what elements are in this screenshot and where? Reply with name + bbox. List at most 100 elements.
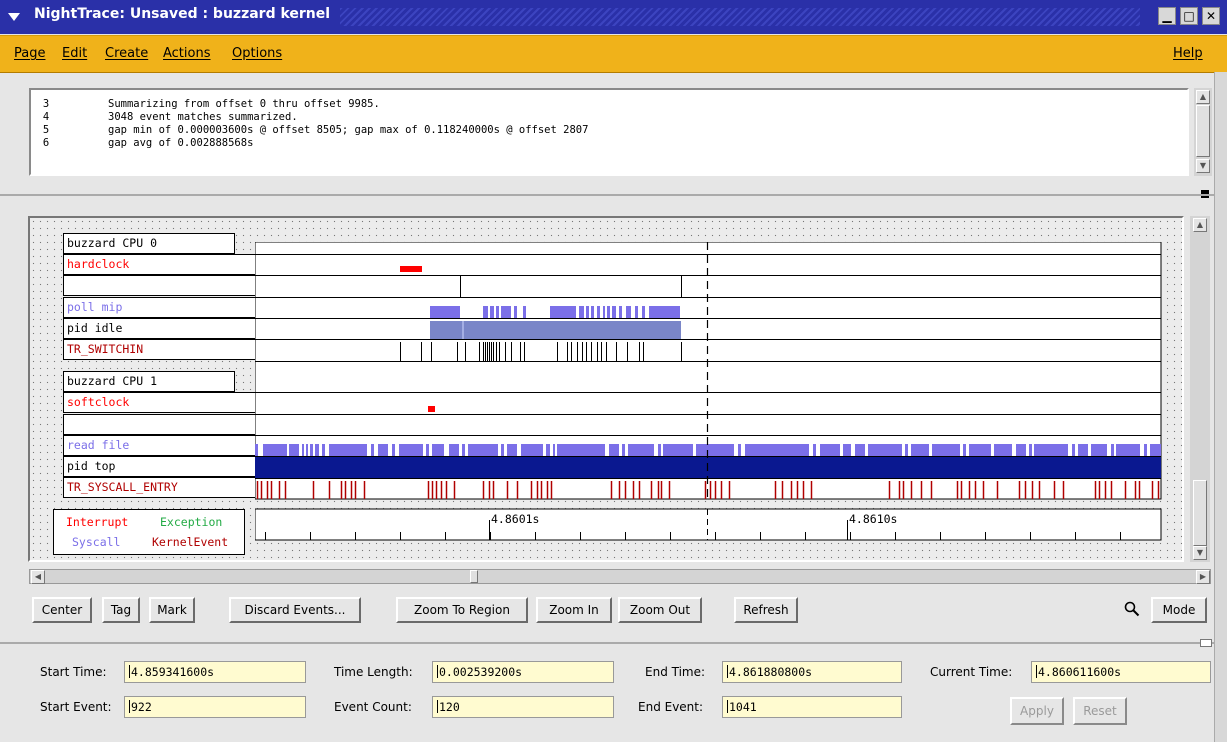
current-time-field[interactable]: 4.860611600s xyxy=(1031,661,1211,683)
poll-mip-segment xyxy=(642,306,645,318)
read-file-segment xyxy=(310,444,313,456)
row-label-empty[interactable] xyxy=(63,275,273,296)
poll-mip-segment xyxy=(430,306,460,318)
refresh-button[interactable]: Refresh xyxy=(734,597,798,623)
right-edge xyxy=(1214,72,1227,742)
start-event-field[interactable]: 922 xyxy=(124,696,306,718)
read-file-segment xyxy=(371,444,374,456)
read-file-segment xyxy=(1029,444,1032,456)
read-file-segment xyxy=(696,444,734,456)
title-hatch xyxy=(340,8,1140,26)
tag-button[interactable]: Tag xyxy=(102,597,140,623)
row-label-hardclock[interactable]: hardclock xyxy=(63,254,273,275)
start-event-label: Start Event: xyxy=(40,700,112,714)
menu-edit[interactable]: Edit xyxy=(62,46,87,61)
scroll-left-icon[interactable]: ◀ xyxy=(31,570,45,584)
poll-mip-segment xyxy=(612,306,616,318)
poll-mip-segment xyxy=(649,306,680,318)
read-file-segment xyxy=(521,444,543,456)
read-file-segment xyxy=(868,444,902,456)
scroll-down-icon[interactable]: ▼ xyxy=(1193,546,1207,560)
pane-divider[interactable] xyxy=(0,642,1214,644)
reset-button[interactable]: Reset xyxy=(1073,697,1127,725)
row-label-tr-syscall-entry[interactable]: TR_SYSCALL_ENTRY xyxy=(63,477,273,498)
event-count-field[interactable]: 120 xyxy=(432,696,614,718)
time-length-field[interactable]: 0.002539200s xyxy=(432,661,614,683)
end-time-field[interactable]: 4.861880800s xyxy=(722,661,902,683)
apply-button[interactable]: Apply xyxy=(1010,697,1064,725)
start-time-label: Start Time: xyxy=(40,665,107,679)
read-file-segment xyxy=(745,444,809,456)
menu-create[interactable]: Create xyxy=(105,46,148,61)
read-file-segment xyxy=(1111,444,1114,456)
minimize-button[interactable]: ▁ xyxy=(1158,7,1176,25)
title-bar: NightTrace: Unsaved : buzzard kernel ▁ □… xyxy=(0,0,1227,34)
zoom-to-region-button[interactable]: Zoom To Region xyxy=(396,597,528,623)
row-label-tr-switchin[interactable]: TR_SWITCHIN xyxy=(63,339,273,360)
scroll-thumb[interactable] xyxy=(1193,480,1207,546)
splitter-handle[interactable] xyxy=(1200,639,1212,647)
row-label-cpu1[interactable]: buzzard CPU 1 xyxy=(63,371,235,392)
softclock-event xyxy=(428,406,435,412)
menu-page[interactable]: Page xyxy=(14,46,45,61)
scroll-up-icon[interactable]: ▲ xyxy=(1193,218,1207,232)
read-file-segment xyxy=(1116,444,1140,456)
row-label-softclock[interactable]: softclock xyxy=(63,392,273,413)
read-file-segment xyxy=(302,444,304,456)
end-event-field[interactable]: 1041 xyxy=(722,696,902,718)
row-label-empty[interactable] xyxy=(63,414,273,435)
read-file-segment xyxy=(813,444,816,456)
read-file-segment xyxy=(1078,444,1088,456)
mode-button[interactable]: Mode xyxy=(1151,597,1207,623)
menu-help[interactable]: Help xyxy=(1173,46,1203,61)
scroll-thumb[interactable] xyxy=(470,570,478,583)
row-label-pid-top[interactable]: pid top xyxy=(63,456,273,477)
message-scrollbar[interactable]: ▲ ▼ xyxy=(1194,88,1212,176)
window-menu-icon[interactable] xyxy=(6,9,22,25)
read-file-segment xyxy=(315,444,319,456)
read-file-segment xyxy=(609,444,619,456)
scroll-right-icon[interactable]: ▶ xyxy=(1196,570,1210,584)
row-label-pid-idle[interactable]: pid idle xyxy=(63,318,273,339)
row-label-cpu0[interactable]: buzzard CPU 0 xyxy=(63,233,235,254)
read-file-segment xyxy=(628,444,654,456)
window-title: NightTrace: Unsaved : buzzard kernel xyxy=(34,6,331,22)
menu-options[interactable]: Options xyxy=(232,46,282,61)
read-file-segment xyxy=(329,444,367,456)
row-label-read-file[interactable]: read file xyxy=(63,435,273,456)
center-button[interactable]: Center xyxy=(32,597,92,623)
read-file-segment xyxy=(855,444,865,456)
start-time-field[interactable]: 4.859341600s xyxy=(124,661,306,683)
magnifier-icon[interactable] xyxy=(1124,601,1140,617)
mark-button[interactable]: Mark xyxy=(149,597,195,623)
poll-mip-segment xyxy=(490,306,494,318)
read-file-segment xyxy=(1072,444,1075,456)
legend-syscall: Syscall xyxy=(72,535,121,549)
poll-mip-segment xyxy=(523,306,526,318)
poll-mip-segment xyxy=(607,306,610,318)
maximize-button[interactable]: □ xyxy=(1180,7,1198,25)
pane-divider[interactable] xyxy=(0,194,1214,196)
zoom-out-button[interactable]: Zoom Out xyxy=(618,597,702,623)
menu-actions[interactable]: Actions xyxy=(163,46,211,61)
read-file-segment xyxy=(426,444,429,456)
poll-mip-segment xyxy=(501,306,511,318)
scroll-down-icon[interactable]: ▼ xyxy=(1196,159,1210,173)
discard-events-button[interactable]: Discard Events... xyxy=(229,597,361,623)
zoom-in-button[interactable]: Zoom In xyxy=(536,597,612,623)
legend-exception: Exception xyxy=(160,515,223,529)
read-file-segment xyxy=(263,444,287,456)
scroll-up-icon[interactable]: ▲ xyxy=(1196,90,1210,104)
trace-grid[interactable]: 4.8601s 4.8610s xyxy=(255,242,1165,555)
trace-scrollbar[interactable]: ▲ ▼ xyxy=(1190,216,1210,562)
legend-kernel-event: KernelEvent xyxy=(152,535,229,549)
read-file-segment xyxy=(462,444,465,456)
close-button[interactable]: ✕ xyxy=(1202,7,1220,25)
read-file-segment xyxy=(622,444,625,456)
read-file-segment xyxy=(306,444,308,456)
scroll-thumb[interactable] xyxy=(1196,105,1210,157)
row-label-poll-mip[interactable]: poll mip xyxy=(63,297,273,318)
poll-mip-segment xyxy=(635,306,638,318)
poll-mip-segment xyxy=(496,306,499,318)
horizontal-scrollbar[interactable]: ◀ ▶ xyxy=(29,569,1211,584)
